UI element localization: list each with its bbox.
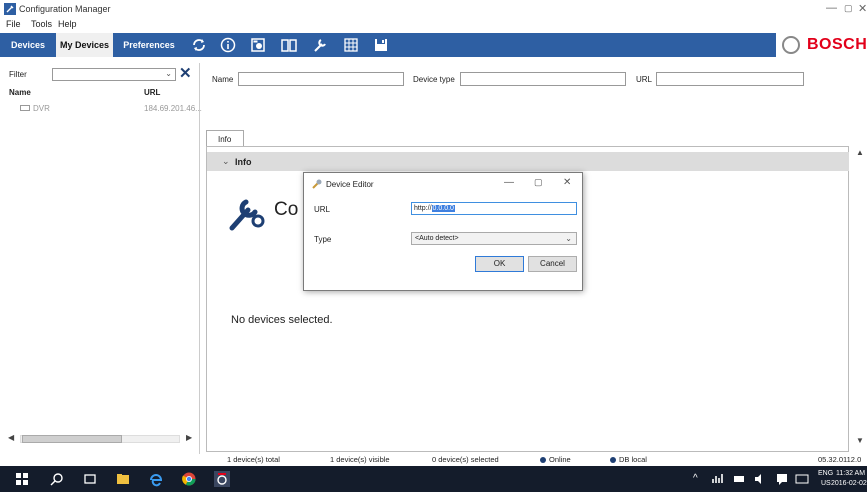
scroll-right-icon[interactable]: ▶ <box>186 433 192 442</box>
dialog-close-button[interactable]: ✕ <box>563 177 571 188</box>
tray-chevron-up-icon[interactable]: ^ <box>693 473 698 484</box>
menu-file[interactable]: File <box>6 19 21 29</box>
status-version: 05.32.0112.0 <box>818 455 862 464</box>
task-view-icon[interactable] <box>82 471 98 487</box>
url-selected-text: 0.0.0.0 <box>431 205 455 212</box>
dialog-title: Device Editor <box>326 180 374 189</box>
search-icon[interactable] <box>49 471 65 487</box>
clock-time[interactable]: 11:32 AM <box>836 470 865 477</box>
column-header-url[interactable]: URL <box>144 88 160 97</box>
book-icon[interactable] <box>280 36 298 54</box>
chevron-down-icon[interactable]: ⌄ <box>222 156 230 167</box>
url-search-label: URL <box>636 75 653 84</box>
clear-filter-icon[interactable]: ✕ <box>179 64 192 82</box>
device-tree-panel: Filter ⌄ ✕ Name URL DVR 184.69.201.46...… <box>0 63 202 454</box>
input-region[interactable]: US <box>821 480 831 487</box>
status-total: 1 device(s) total <box>227 455 280 464</box>
type-value: <Auto detect> <box>415 235 459 242</box>
device-name: DVR <box>33 104 50 113</box>
scroll-down-icon[interactable]: ▼ <box>856 436 864 445</box>
vertical-scrollbar[interactable]: ▲ ▼ <box>852 146 867 452</box>
config-manager-logo-icon <box>229 199 265 231</box>
network-icon[interactable] <box>711 471 723 487</box>
chevron-down-icon[interactable]: ⌄ <box>165 69 172 78</box>
device-url: 184.69.201.46... <box>144 104 202 113</box>
refresh-icon[interactable] <box>190 36 208 54</box>
status-visible: 1 device(s) visible <box>330 455 390 464</box>
type-select[interactable]: <Auto detect> ⌄ <box>411 232 577 245</box>
status-online: Online <box>540 455 571 464</box>
scroll-up-icon[interactable]: ▲ <box>856 148 864 157</box>
notifications-icon[interactable] <box>776 471 788 487</box>
menu-tools[interactable]: Tools <box>31 19 52 29</box>
title-bar: Configuration Manager — ▢ ✕ <box>0 0 867 18</box>
edge-browser-icon[interactable] <box>148 471 164 487</box>
info-section-title: Info <box>235 157 252 167</box>
chevron-down-icon[interactable]: ⌄ <box>565 234 572 243</box>
scroll-thumb[interactable] <box>22 435 122 443</box>
windows-start-icon[interactable] <box>14 471 30 487</box>
close-button[interactable]: ✕ <box>858 2 867 15</box>
filter-label: Filter <box>9 70 27 79</box>
tab-my-devices[interactable]: My Devices <box>56 33 113 57</box>
empty-message: No devices selected. <box>231 314 333 326</box>
status-selected: 0 device(s) selected <box>432 455 499 464</box>
menu-help[interactable]: Help <box>58 19 77 29</box>
camera-settings-icon[interactable] <box>249 36 267 54</box>
type-label: Type <box>314 235 332 244</box>
config-manager-taskbar-icon[interactable] <box>214 471 230 487</box>
save-icon[interactable] <box>372 36 390 54</box>
chrome-icon[interactable] <box>181 471 197 487</box>
name-search-input[interactable] <box>238 72 404 86</box>
minimize-button[interactable]: — <box>826 2 837 14</box>
window-title: Configuration Manager <box>19 4 111 14</box>
tab-preferences[interactable]: Preferences <box>119 33 179 57</box>
name-search-label: Name <box>212 75 234 84</box>
main-toolbar: Devices My Devices Preferences <box>0 33 867 57</box>
status-db: DB local <box>610 455 647 464</box>
volume-icon[interactable] <box>754 471 766 487</box>
tab-devices[interactable]: Devices <box>6 33 50 57</box>
brand-area: BOSCH <box>776 33 867 57</box>
ok-button[interactable]: OK <box>475 256 524 272</box>
menu-bar: File Tools Help <box>0 18 867 32</box>
info-icon[interactable] <box>219 36 237 54</box>
windows-taskbar: ^ ENG US 11:32 AM 2016-02-02 <box>0 466 867 492</box>
cancel-button[interactable]: Cancel <box>528 256 577 272</box>
dialog-maximize-button[interactable]: ▢ <box>534 177 543 188</box>
maximize-button[interactable]: ▢ <box>844 3 853 14</box>
keyboard-icon[interactable] <box>795 471 809 487</box>
device-type-input[interactable] <box>460 72 626 86</box>
horizontal-scrollbar[interactable]: ◀ ▶ <box>8 432 194 446</box>
scroll-left-icon[interactable]: ◀ <box>8 433 14 442</box>
clock-date[interactable]: 2016-02-02 <box>831 480 867 487</box>
bosch-logo-icon <box>782 36 800 54</box>
file-explorer-icon[interactable] <box>115 471 131 487</box>
device-editor-icon <box>312 179 322 189</box>
info-section-header[interactable]: ⌄ Info <box>207 152 849 171</box>
info-big-title: Co <box>274 199 299 220</box>
wrench-icon[interactable] <box>311 36 329 54</box>
status-bar: 1 device(s) total 1 device(s) visible 0 … <box>200 454 867 465</box>
filter-input[interactable]: ⌄ <box>52 68 176 81</box>
url-label: URL <box>314 205 331 214</box>
app-icon <box>4 3 16 15</box>
brand-name: BOSCH <box>807 36 867 53</box>
database-icon <box>610 457 616 464</box>
column-header-name[interactable]: Name <box>9 88 31 97</box>
battery-icon[interactable] <box>733 471 745 487</box>
device-type-label: Device type <box>413 75 455 84</box>
url-search-input[interactable] <box>656 72 804 86</box>
device-row[interactable]: DVR 184.69.201.46... <box>0 103 202 115</box>
grid-icon[interactable] <box>342 36 360 54</box>
online-icon <box>540 457 546 464</box>
url-prefix: http:// <box>414 205 432 212</box>
url-input[interactable]: http://0.0.0.0 <box>411 202 577 215</box>
tab-info[interactable]: Info <box>206 130 244 147</box>
dvr-device-icon <box>20 105 30 111</box>
dialog-minimize-button[interactable]: — <box>504 177 514 188</box>
device-editor-dialog: Device Editor — ▢ ✕ URL http://0.0.0.0 T… <box>303 172 583 291</box>
input-language[interactable]: ENG <box>818 470 833 477</box>
